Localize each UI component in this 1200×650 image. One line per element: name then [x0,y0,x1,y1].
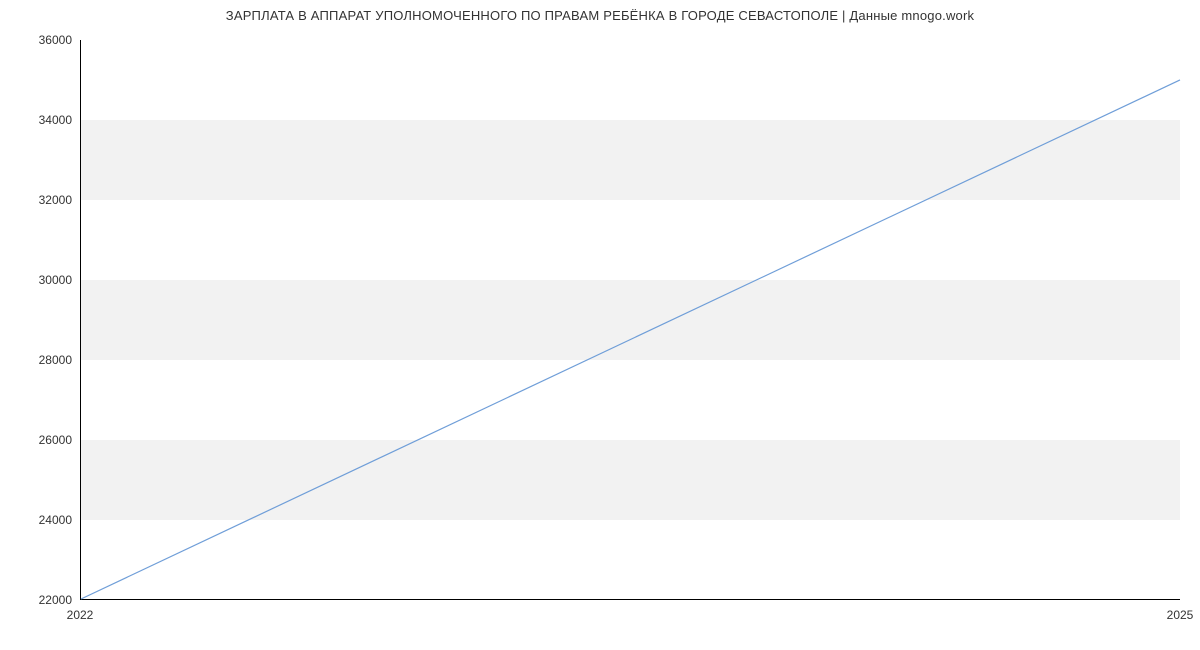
y-tick-label: 32000 [39,193,72,207]
y-tick-label: 24000 [39,513,72,527]
x-tick-label: 2025 [1167,608,1194,622]
y-tick-label: 26000 [39,433,72,447]
x-tick-label: 2022 [67,608,94,622]
y-tick-label: 30000 [39,273,72,287]
chart-container: ЗАРПЛАТА В АППАРАТ УПОЛНОМОЧЕННОГО ПО ПР… [0,0,1200,650]
chart-title: ЗАРПЛАТА В АППАРАТ УПОЛНОМОЧЕННОГО ПО ПР… [0,8,1200,23]
plot-area [80,40,1180,600]
y-tick-label: 28000 [39,353,72,367]
y-tick-label: 22000 [39,593,72,607]
data-line [81,80,1180,599]
line-layer [81,40,1180,599]
y-tick-label: 36000 [39,33,72,47]
y-tick-label: 34000 [39,113,72,127]
